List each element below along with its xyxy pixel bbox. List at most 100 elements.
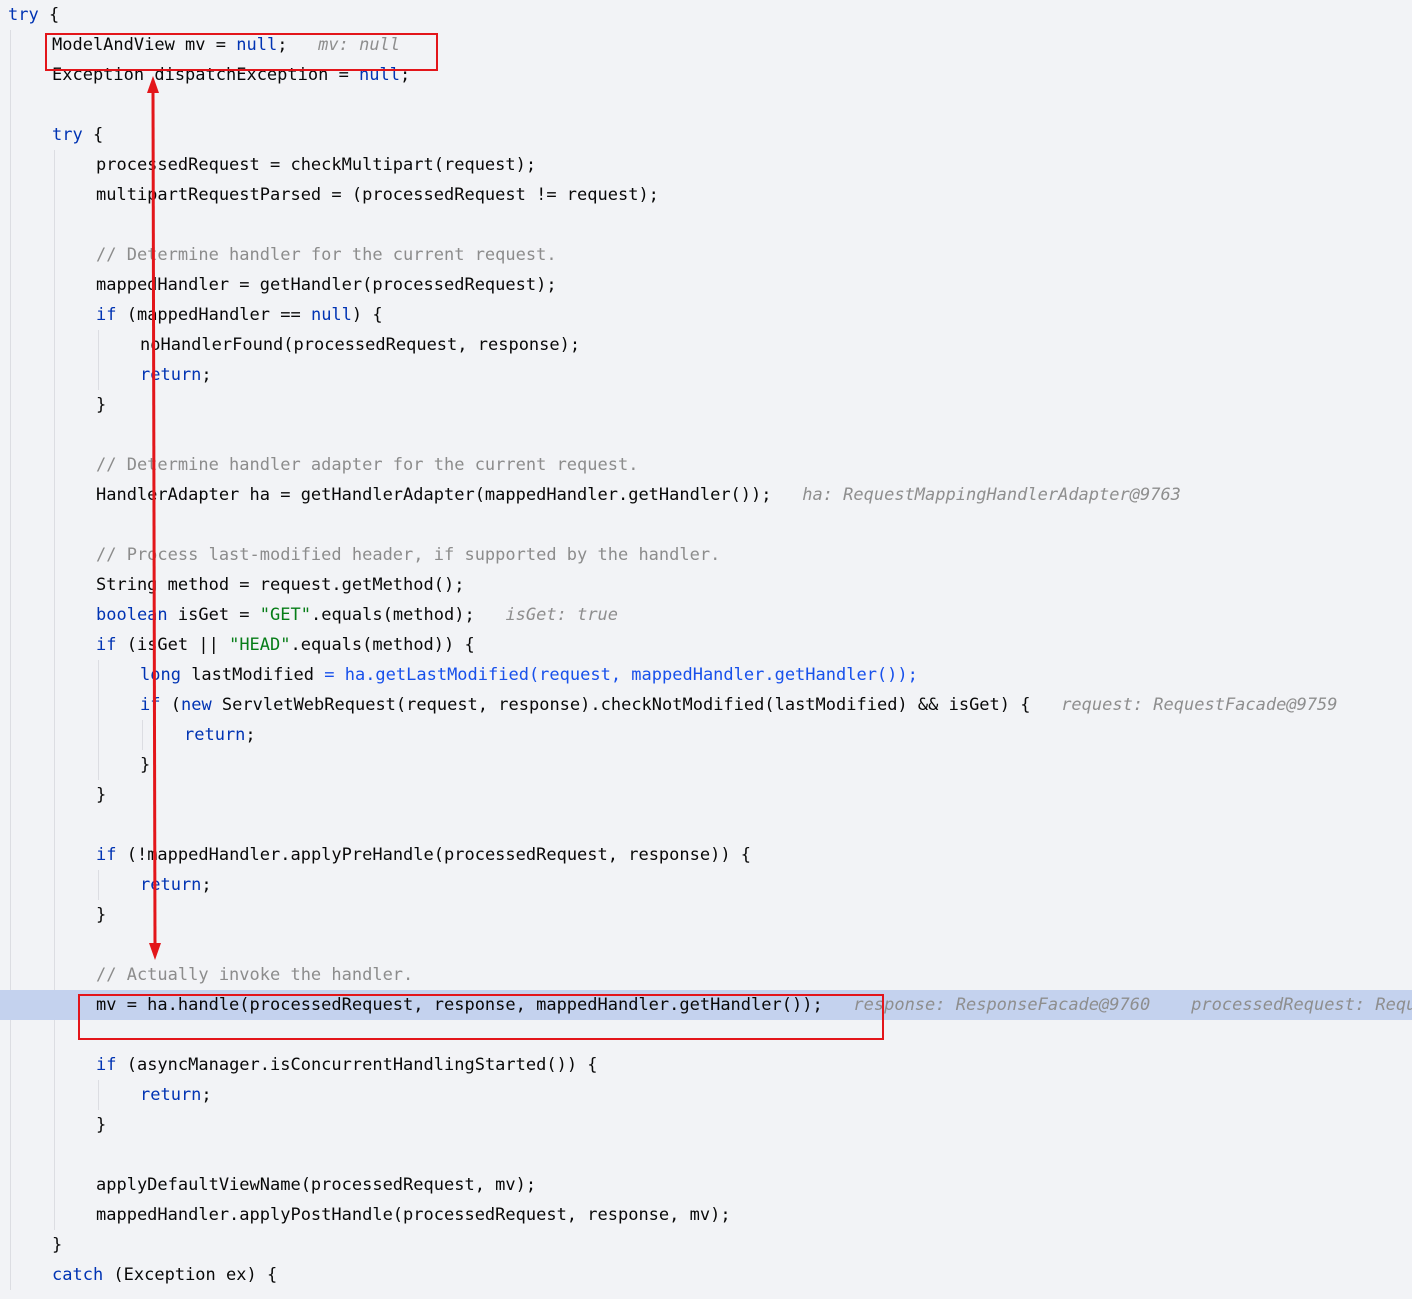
code-line[interactable]: return; xyxy=(0,870,1412,900)
code-token: ModelAndView mv = xyxy=(52,35,237,55)
code-editor-screenshot: try {ModelAndView mv = null; mv: null Exc… xyxy=(0,0,1412,1299)
code-line[interactable]: return; xyxy=(0,1080,1412,1110)
code-editor[interactable]: try {ModelAndView mv = null; mv: null Exc… xyxy=(0,0,1412,1290)
code-comment: // Actually invoke the handler. xyxy=(96,965,414,985)
code-token: return xyxy=(140,1085,202,1105)
code-token: } xyxy=(52,1235,63,1255)
code-line[interactable] xyxy=(0,930,1412,960)
code-line[interactable]: multipartRequestParsed = (processedReque… xyxy=(0,180,1412,210)
code-line[interactable]: boolean isGet = "GET".equals(method); is… xyxy=(0,600,1412,630)
code-token: .equals(method)) { xyxy=(290,635,475,655)
code-token: applyDefaultViewName(processedRequest, m… xyxy=(96,1175,537,1195)
code-line[interactable]: processedRequest = checkMultipart(reques… xyxy=(0,150,1412,180)
code-token: Exception dispatchException = xyxy=(52,65,360,85)
code-token: ServletWebRequest(request, response).che… xyxy=(211,695,1031,715)
code-line[interactable]: ModelAndView mv = null; mv: null xyxy=(0,30,1412,60)
code-line[interactable] xyxy=(0,420,1412,450)
code-line[interactable]: } xyxy=(0,1110,1412,1140)
code-line[interactable]: // Determine handler adapter for the cur… xyxy=(0,450,1412,480)
debug-inline-value: response: ResponseFacade@9760 processedR… xyxy=(853,995,1412,1015)
code-token: if xyxy=(96,305,117,325)
code-line-current[interactable]: mv = ha.handle(processedRequest, respons… xyxy=(0,990,1412,1020)
code-token: ) { xyxy=(351,305,383,325)
code-line[interactable]: mappedHandler.applyPostHandle(processedR… xyxy=(0,1200,1412,1230)
code-line[interactable]: applyDefaultViewName(processedRequest, m… xyxy=(0,1170,1412,1200)
code-token: try xyxy=(8,5,39,25)
code-token: null xyxy=(236,35,278,55)
code-comment: // Process last-modified header, if supp… xyxy=(96,545,721,565)
debug-inline-value: mv: null xyxy=(287,35,401,55)
code-token: processedRequest = checkMultipart(reques… xyxy=(96,155,537,175)
code-comment: // Determine handler adapter for the cur… xyxy=(96,455,639,475)
code-token: } xyxy=(96,395,107,415)
code-line[interactable]: Exception dispatchException = null; xyxy=(0,60,1412,90)
code-line[interactable]: } xyxy=(0,1230,1412,1260)
code-token: mappedHandler.applyPostHandle(processedR… xyxy=(96,1205,731,1225)
code-token: (Exception ex) { xyxy=(103,1265,278,1285)
code-line[interactable]: catch (Exception ex) { xyxy=(0,1260,1412,1290)
code-token: multipartRequestParsed = (processedReque… xyxy=(96,185,659,205)
code-token: HandlerAdapter ha = getHandlerAdapter(ma… xyxy=(96,485,772,505)
code-line[interactable]: return; xyxy=(0,720,1412,750)
code-line[interactable]: if (new ServletWebRequest(request, respo… xyxy=(0,690,1412,720)
code-token: (asyncManager.isConcurrentHandlingStarte… xyxy=(116,1055,598,1075)
code-token: (!mappedHandler.applyPreHandle(processed… xyxy=(116,845,752,865)
code-token: if xyxy=(96,635,117,655)
code-line[interactable]: String method = request.getMethod(); xyxy=(0,570,1412,600)
code-line[interactable]: return; xyxy=(0,360,1412,390)
code-token: isGet = xyxy=(167,605,260,625)
code-line[interactable]: long lastModified = ha.getLastModified(r… xyxy=(0,660,1412,690)
code-token: } xyxy=(96,905,107,925)
code-line[interactable]: if (isGet || "HEAD".equals(method)) { xyxy=(0,630,1412,660)
code-line[interactable]: // Process last-modified header, if supp… xyxy=(0,540,1412,570)
code-token: = ha.getLastModified(request, mappedHand… xyxy=(324,665,918,685)
code-token: ; xyxy=(277,35,288,55)
code-token: ; xyxy=(400,65,411,85)
code-token: if xyxy=(96,845,117,865)
code-line[interactable]: try { xyxy=(0,0,1412,30)
code-token: new xyxy=(180,695,212,715)
code-line[interactable]: mappedHandler = getHandler(processedRequ… xyxy=(0,270,1412,300)
code-token: long xyxy=(140,665,181,685)
code-token: .equals(method); xyxy=(310,605,475,625)
code-token: } xyxy=(96,1115,107,1135)
debug-inline-value: request: RequestFacade@9759 xyxy=(1030,695,1338,715)
code-token: try xyxy=(52,125,83,145)
code-token: ; xyxy=(245,725,256,745)
code-token: ( xyxy=(160,695,181,715)
code-line[interactable]: // Actually invoke the handler. xyxy=(0,960,1412,990)
code-line[interactable]: if (asyncManager.isConcurrentHandlingSta… xyxy=(0,1050,1412,1080)
code-line[interactable] xyxy=(0,1020,1412,1050)
code-line[interactable] xyxy=(0,210,1412,240)
code-token: return xyxy=(140,365,202,385)
code-line[interactable] xyxy=(0,90,1412,120)
code-line[interactable]: HandlerAdapter ha = getHandlerAdapter(ma… xyxy=(0,480,1412,510)
code-line[interactable]: if (mappedHandler == null) { xyxy=(0,300,1412,330)
code-line[interactable]: } xyxy=(0,750,1412,780)
code-token: (isGet || xyxy=(116,635,230,655)
code-line[interactable]: } xyxy=(0,900,1412,930)
code-line[interactable] xyxy=(0,810,1412,840)
code-token: { xyxy=(82,125,104,145)
code-token: "GET" xyxy=(259,605,311,625)
code-line[interactable]: try { xyxy=(0,120,1412,150)
code-token: mappedHandler = getHandler(processedRequ… xyxy=(96,275,557,295)
code-token: return xyxy=(184,725,246,745)
code-line[interactable]: } xyxy=(0,780,1412,810)
code-line[interactable] xyxy=(0,1140,1412,1170)
code-line[interactable] xyxy=(0,510,1412,540)
code-token: noHandlerFound(processedRequest, respons… xyxy=(140,335,581,355)
code-token: if xyxy=(96,1055,117,1075)
code-line[interactable]: } xyxy=(0,390,1412,420)
code-line[interactable]: noHandlerFound(processedRequest, respons… xyxy=(0,330,1412,360)
code-comment: // Determine handler for the current req… xyxy=(96,245,557,265)
code-line[interactable]: // Determine handler for the current req… xyxy=(0,240,1412,270)
code-token: if xyxy=(140,695,161,715)
code-token: null xyxy=(310,305,352,325)
code-token: ; xyxy=(201,365,212,385)
code-line[interactable]: if (!mappedHandler.applyPreHandle(proces… xyxy=(0,840,1412,870)
code-token: { xyxy=(38,5,60,25)
code-token: } xyxy=(96,785,107,805)
code-token: ; xyxy=(201,875,212,895)
code-token: (mappedHandler == xyxy=(116,305,311,325)
